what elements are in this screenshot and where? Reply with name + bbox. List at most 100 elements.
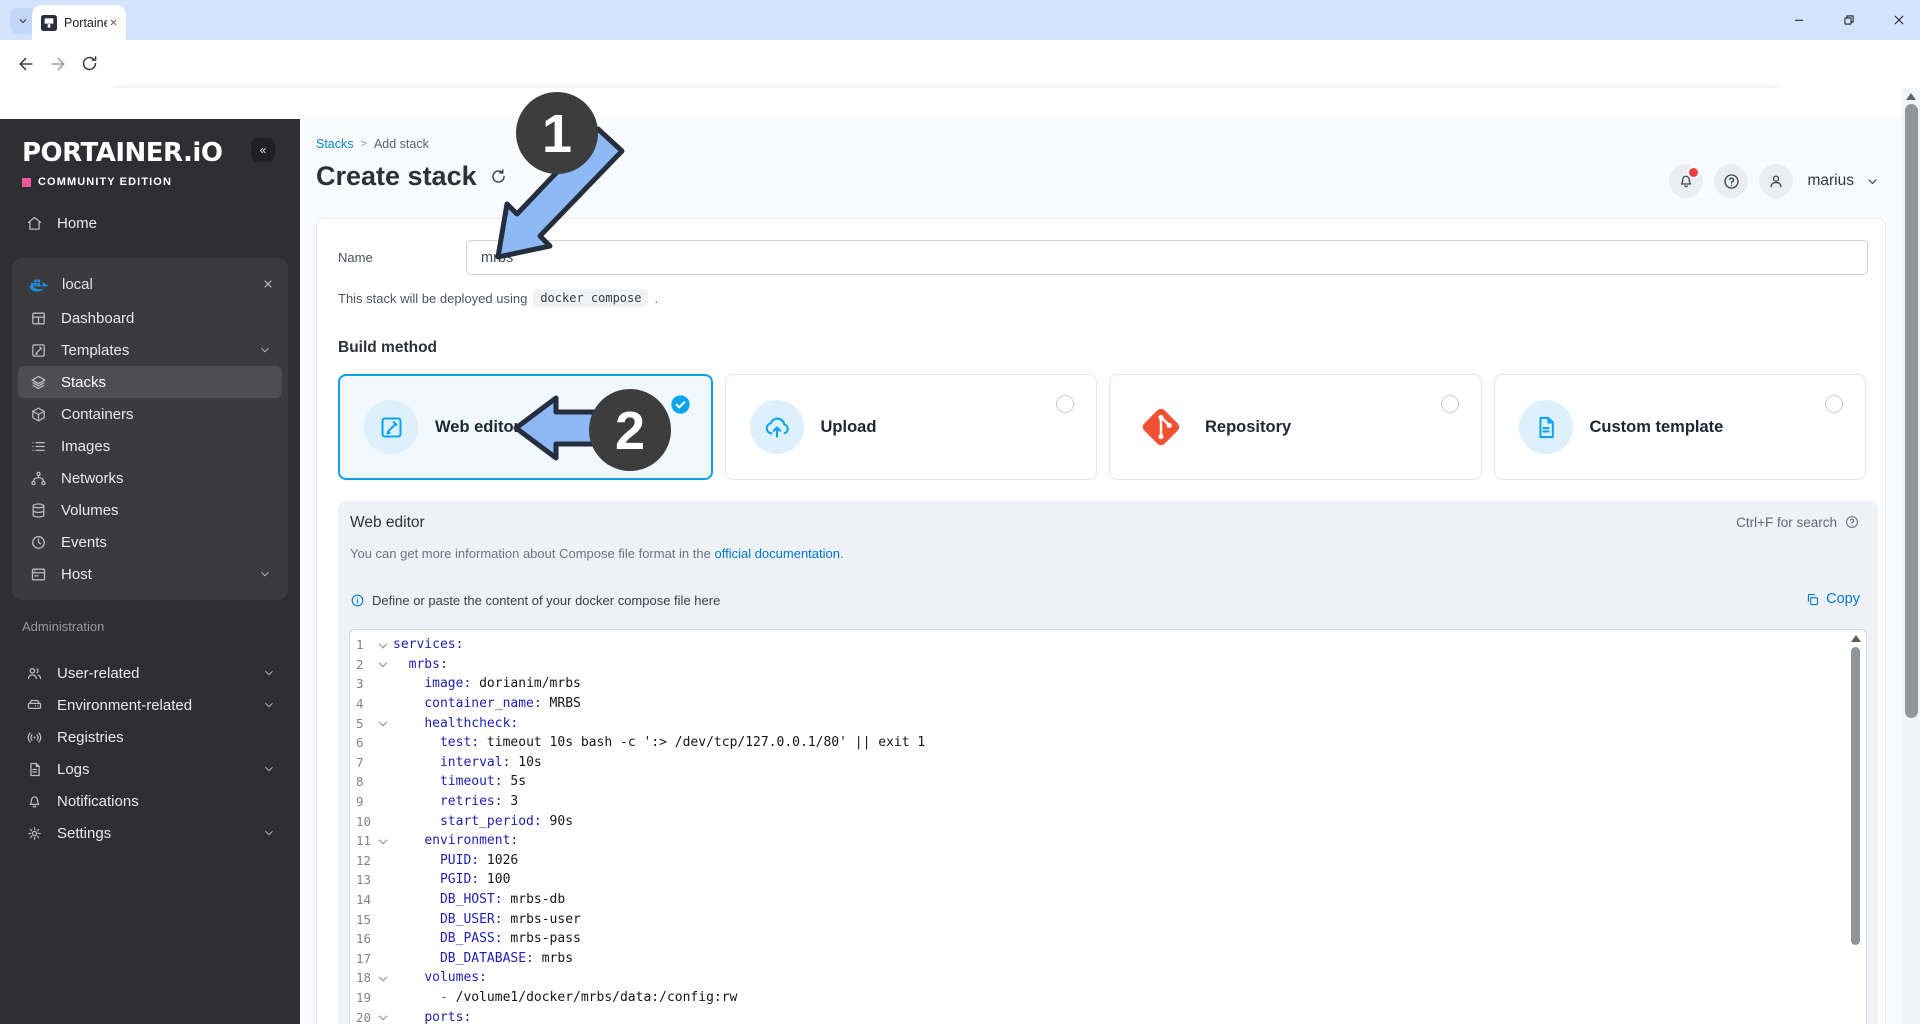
fold-chevron-icon[interactable] <box>373 973 393 983</box>
tab-close-icon[interactable] <box>109 18 118 27</box>
sidebar-item-host[interactable]: Host <box>18 558 282 590</box>
line-number: 20 <box>356 1009 372 1024</box>
breadcrumb-stacks-link[interactable]: Stacks <box>316 137 354 151</box>
editor-scrollbar[interactable] <box>1851 647 1860 945</box>
radio-unselected-icon[interactable] <box>1825 395 1843 413</box>
stacks-icon <box>30 374 47 391</box>
code-text: - /volume1/docker/mrbs/data:/config:rw <box>439 989 738 1005</box>
back-icon[interactable] <box>16 54 36 74</box>
sidebar-item-home[interactable]: Home <box>14 207 308 239</box>
sidebar-item-templates[interactable]: Templates <box>18 334 282 366</box>
code-line[interactable]: 17 DB_DATABASE: mrbs <box>350 949 1866 969</box>
registries-icon <box>26 729 43 746</box>
fold-chevron-icon[interactable] <box>373 718 393 728</box>
environment-local[interactable]: local <box>18 266 282 302</box>
code-line[interactable]: 7 interval: 10s <box>350 753 1866 773</box>
fold-chevron-icon[interactable] <box>373 836 393 846</box>
restore-icon[interactable] <box>1842 13 1856 27</box>
code-text: services: <box>393 637 464 653</box>
sidebar-item-logs[interactable]: Logs <box>14 753 286 785</box>
user-button[interactable] <box>1759 164 1794 198</box>
code-line[interactable]: 1 services: <box>350 635 1866 655</box>
code-line[interactable]: 11 environment: <box>350 831 1866 851</box>
code-line[interactable]: 13 PGID: 100 <box>350 870 1866 890</box>
fold-chevron-icon[interactable] <box>373 640 393 650</box>
user-icon <box>1767 172 1785 190</box>
sidebar-item-containers[interactable]: Containers <box>18 398 282 430</box>
official-documentation-link[interactable]: official documentation <box>714 546 840 561</box>
chevron-down-icon <box>262 666 276 680</box>
sidebar-item-settings[interactable]: Settings <box>14 817 286 849</box>
page-scrollbar[interactable] <box>1902 88 1920 1024</box>
sidebar-item-label: Settings <box>57 824 112 842</box>
scrollbar-thumb[interactable] <box>1904 104 1918 718</box>
build-method-repository[interactable]: Repository <box>1109 374 1482 480</box>
sidebar-item-stacks[interactable]: Stacks <box>18 366 282 398</box>
code-line[interactable]: 8 timeout: 5s <box>350 772 1866 792</box>
user-menu-chevron-icon[interactable] <box>1865 174 1880 189</box>
code-line[interactable]: 4 container_name: MRBS <box>350 694 1866 714</box>
sidebar-item-registries[interactable]: Registries <box>14 721 286 753</box>
code-line[interactable]: 5 healthcheck: <box>350 713 1866 733</box>
code-line[interactable]: 14 DB_HOST: mrbs-db <box>350 890 1866 910</box>
build-method-web-editor[interactable]: Web editor <box>338 374 713 480</box>
admin-section-label: Administration <box>22 619 105 634</box>
help-button[interactable] <box>1714 164 1749 198</box>
fold-chevron-icon[interactable] <box>373 1012 393 1022</box>
close-window-icon[interactable] <box>1892 13 1906 27</box>
sidebar-item-dashboard[interactable]: Dashboard <box>18 302 282 334</box>
build-method-custom-template[interactable]: Custom template <box>1493 374 1866 480</box>
forward-icon[interactable] <box>48 54 68 74</box>
search-hint: Ctrl+F for search <box>1736 514 1860 530</box>
reload-icon[interactable] <box>80 54 99 73</box>
sidebar-item-label: Dashboard <box>61 309 135 327</box>
code-line[interactable]: 10 start_period: 90s <box>350 811 1866 831</box>
radio-unselected-icon[interactable] <box>1440 395 1459 413</box>
copy-button[interactable]: Copy <box>1805 591 1860 607</box>
code-line[interactable]: 20 ports: <box>350 1007 1866 1024</box>
code-line[interactable]: 16 DB_PASS: mrbs-pass <box>350 929 1866 949</box>
compose-code-editor[interactable]: 1 services: 2 mrbs: 3 image: dorianim/mrbs 4… <box>349 629 1867 1024</box>
minimize-icon[interactable] <box>1792 13 1806 27</box>
line-number: 15 <box>356 911 372 927</box>
environment-section: local Dashboard Templates Stacks Containers… <box>12 258 288 600</box>
refresh-icon[interactable] <box>489 167 508 186</box>
notifications-button[interactable] <box>1669 164 1704 198</box>
sidebar-item-images[interactable]: Images <box>18 430 282 462</box>
name-input[interactable] <box>466 240 1868 275</box>
line-number: 3 <box>356 676 364 692</box>
code-line[interactable]: 18 volumes: <box>350 968 1866 988</box>
sidebar-item-label: Events <box>61 533 107 551</box>
code-line[interactable]: 3 image: dorianim/mrbs <box>350 674 1866 694</box>
volumes-icon <box>30 502 47 519</box>
sidebar-item-environment-related[interactable]: Environment-related <box>14 689 286 721</box>
fold-chevron-icon[interactable] <box>373 659 393 669</box>
code-line[interactable]: 9 retries: 3 <box>350 792 1866 812</box>
code-line[interactable]: 19 - /volume1/docker/mrbs/data:/config:r… <box>350 988 1866 1008</box>
sidebar-item-volumes[interactable]: Volumes <box>18 494 282 526</box>
code-line[interactable]: 15 DB_USER: mrbs-user <box>350 909 1866 929</box>
notification-dot <box>1687 166 1701 179</box>
sidebar-item-networks[interactable]: Networks <box>18 462 282 494</box>
radio-unselected-icon[interactable] <box>1056 395 1074 413</box>
line-number: 6 <box>356 735 364 751</box>
help-circle-icon[interactable] <box>1844 514 1860 530</box>
browser-tab[interactable]: Portainer <box>32 5 126 40</box>
sidebar-item-notifications[interactable]: Notifications <box>14 785 286 817</box>
sidebar-collapse-button[interactable]: « <box>251 138 275 162</box>
scroll-up-icon[interactable] <box>1906 93 1916 100</box>
code-line[interactable]: 12 PUID: 1026 <box>350 851 1866 871</box>
sidebar-item-label: Home <box>57 214 98 232</box>
user-name[interactable]: marius <box>1807 172 1854 190</box>
code-line[interactable]: 2 mrbs: <box>350 655 1866 675</box>
code-text: mrbs: <box>408 656 448 672</box>
build-method-upload[interactable]: Upload <box>724 374 1097 480</box>
close-environment-icon[interactable] <box>262 278 274 290</box>
sidebar-item-user-related[interactable]: User-related <box>14 657 286 689</box>
custom-template-icon <box>1532 414 1559 441</box>
code-line[interactable]: 6 test: timeout 10s bash -c ':> /dev/tcp… <box>350 733 1866 753</box>
editor-scroll-up-icon[interactable] <box>1851 635 1861 642</box>
sidebar-item-events[interactable]: Events <box>18 526 282 558</box>
